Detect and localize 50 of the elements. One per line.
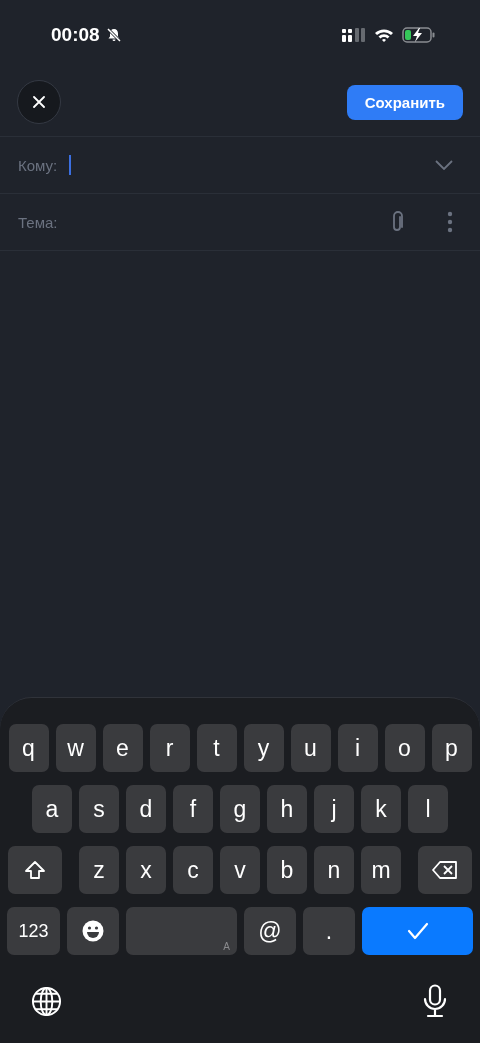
letter-key[interactable]: r xyxy=(149,724,190,772)
letter-key[interactable]: z xyxy=(79,846,119,894)
paperclip-icon[interactable] xyxy=(391,211,403,233)
letter-key[interactable]: h xyxy=(267,785,307,833)
letter-key[interactable]: c xyxy=(173,846,213,894)
letter-key[interactable]: k xyxy=(361,785,401,833)
letter-key[interactable]: v xyxy=(220,846,260,894)
status-time: 00:08 xyxy=(51,24,100,46)
backspace-key[interactable] xyxy=(418,846,472,894)
letter-key[interactable]: x xyxy=(126,846,166,894)
letter-key[interactable]: q xyxy=(8,724,49,772)
letter-key[interactable]: n xyxy=(314,846,354,894)
microphone-icon[interactable] xyxy=(423,984,447,1018)
letter-key[interactable]: w xyxy=(55,724,96,772)
letter-key[interactable]: o xyxy=(384,724,425,772)
checkmark-icon xyxy=(406,922,429,940)
shift-arrow-icon xyxy=(24,860,46,880)
letter-key[interactable]: p xyxy=(431,724,472,772)
letter-key[interactable]: d xyxy=(126,785,166,833)
emoji-key[interactable] xyxy=(67,907,119,955)
letter-key[interactable]: t xyxy=(196,724,237,772)
backspace-icon xyxy=(432,861,458,879)
letter-key[interactable]: f xyxy=(173,785,213,833)
globe-icon[interactable] xyxy=(31,985,62,1017)
letter-key[interactable]: e xyxy=(102,724,143,772)
close-button[interactable] xyxy=(17,80,61,124)
smiley-icon xyxy=(82,920,104,942)
symbol-key[interactable]: @ xyxy=(244,907,296,955)
letter-key[interactable]: m xyxy=(361,846,401,894)
close-icon xyxy=(33,96,45,108)
save-button[interactable]: Сохранить xyxy=(346,84,463,120)
letter-key[interactable]: a xyxy=(32,785,72,833)
letter-key[interactable]: b xyxy=(267,846,307,894)
wifi-icon xyxy=(374,28,394,42)
shift-key[interactable] xyxy=(8,846,62,894)
signal-icon xyxy=(342,28,366,42)
symbol-key[interactable]: . xyxy=(303,907,355,955)
letter-key[interactable]: j xyxy=(314,785,354,833)
letter-key[interactable]: y xyxy=(243,724,284,772)
chevron-down-icon[interactable] xyxy=(435,160,453,170)
field-label: Тема: xyxy=(18,213,58,231)
battery-charging-icon xyxy=(402,27,436,43)
letter-key[interactable]: u xyxy=(290,724,331,772)
letter-key[interactable]: l xyxy=(408,785,448,833)
numbers-key[interactable]: 123 xyxy=(7,907,60,955)
more-icon[interactable] xyxy=(447,211,453,233)
letter-key[interactable]: g xyxy=(220,785,260,833)
letter-key[interactable]: i xyxy=(337,724,378,772)
field-label: Кому: xyxy=(18,156,58,174)
letter-key[interactable]: s xyxy=(79,785,119,833)
